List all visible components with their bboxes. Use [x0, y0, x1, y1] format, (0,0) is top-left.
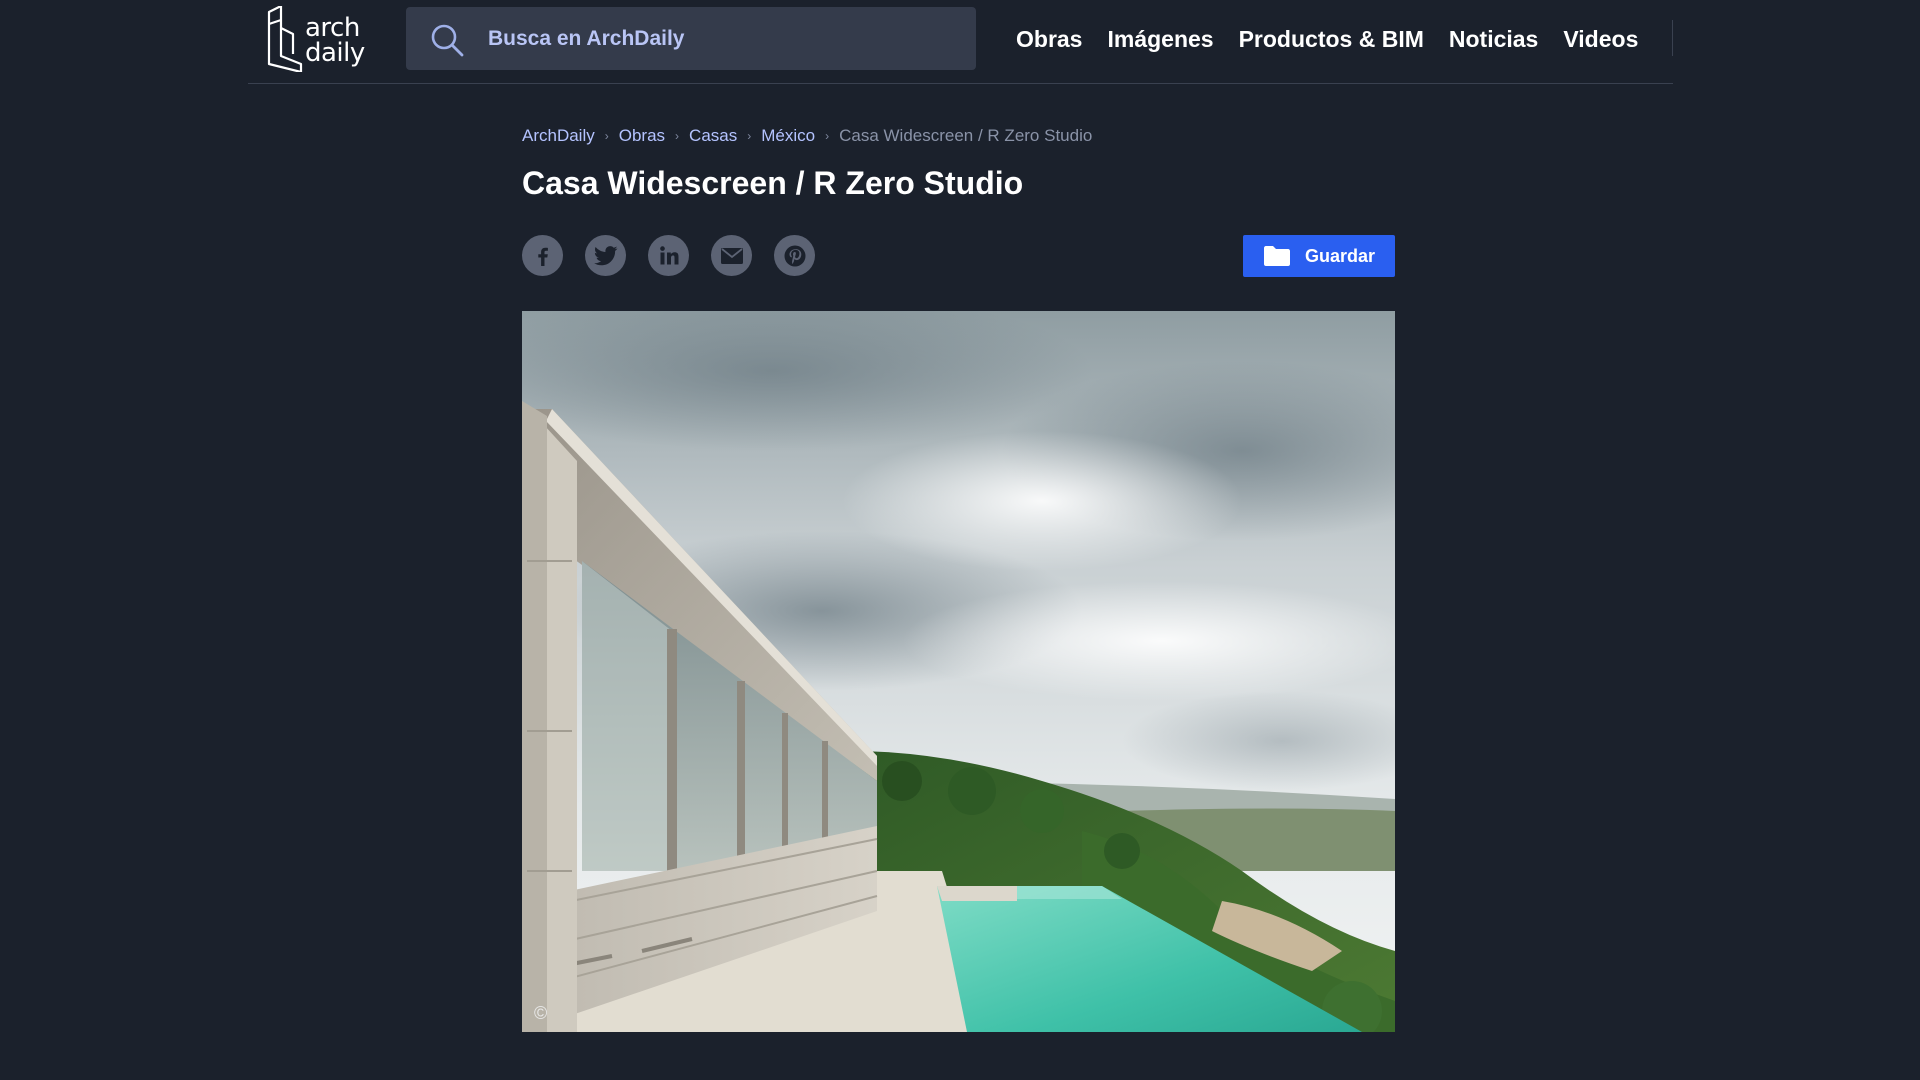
nav-item-obras[interactable]: Obras: [1016, 22, 1082, 56]
share-linkedin-button[interactable]: [648, 235, 689, 276]
breadcrumb-separator: ›: [825, 129, 830, 143]
archdaily-logo[interactable]: arch daily: [263, 6, 365, 72]
logo-wordmark: arch daily: [305, 15, 365, 68]
breadcrumb-current: Casa Widescreen / R Zero Studio: [839, 126, 1093, 145]
site-header: arch daily Obras Imágenes Productos & BI…: [248, 0, 1673, 84]
breadcrumb-separator: ›: [747, 129, 752, 143]
page-title: Casa Widescreen / R Zero Studio: [522, 165, 1024, 201]
breadcrumb-separator: ›: [604, 129, 609, 143]
nav-divider: [1672, 20, 1673, 56]
copyright-mark: ©: [534, 1003, 548, 1023]
share-email-button[interactable]: [711, 235, 752, 276]
logo-word-daily: daily: [305, 38, 365, 68]
share-pinterest-button[interactable]: [774, 235, 815, 276]
nav-item-imagenes[interactable]: Imágenes: [1107, 22, 1213, 56]
hero-image[interactable]: ©: [522, 311, 1395, 1032]
twitter-icon: [593, 245, 617, 265]
breadcrumb-casas[interactable]: Casas: [689, 126, 737, 146]
search-input[interactable]: [486, 7, 956, 70]
breadcrumb-obras[interactable]: Obras: [619, 126, 665, 146]
house-photo: [522, 311, 1395, 1032]
breadcrumb-mexico[interactable]: México: [761, 126, 815, 146]
nav-item-productos-bim[interactable]: Productos & BIM: [1239, 22, 1424, 56]
save-button-label: Guardar: [1304, 245, 1376, 266]
search-bar[interactable]: [406, 7, 976, 70]
pinterest-icon: [784, 245, 805, 266]
share-twitter-button[interactable]: [585, 235, 626, 276]
save-button[interactable]: Guardar: [1243, 235, 1395, 277]
breadcrumb-archdaily[interactable]: ArchDaily: [522, 126, 595, 146]
share-facebook-button[interactable]: [522, 235, 563, 276]
nav-item-noticias[interactable]: Noticias: [1449, 22, 1538, 56]
linkedin-icon: [659, 245, 678, 264]
search-icon[interactable]: [430, 23, 464, 57]
archdaily-logo-mark: [267, 6, 303, 72]
facebook-icon: [537, 247, 548, 266]
folder-icon: [1263, 246, 1290, 266]
nav-item-videos[interactable]: Videos: [1563, 22, 1638, 56]
article-content: ArchDaily › Obras › Casas › México › Cas…: [522, 124, 1395, 1032]
main-nav: Obras Imágenes Productos & BIM Noticias …: [1016, 22, 1638, 56]
email-icon: [720, 247, 743, 264]
article-actions: Guardar: [522, 235, 1395, 277]
breadcrumb-separator: ›: [675, 129, 680, 143]
breadcrumb: ArchDaily › Obras › Casas › México › Cas…: [522, 124, 1395, 148]
